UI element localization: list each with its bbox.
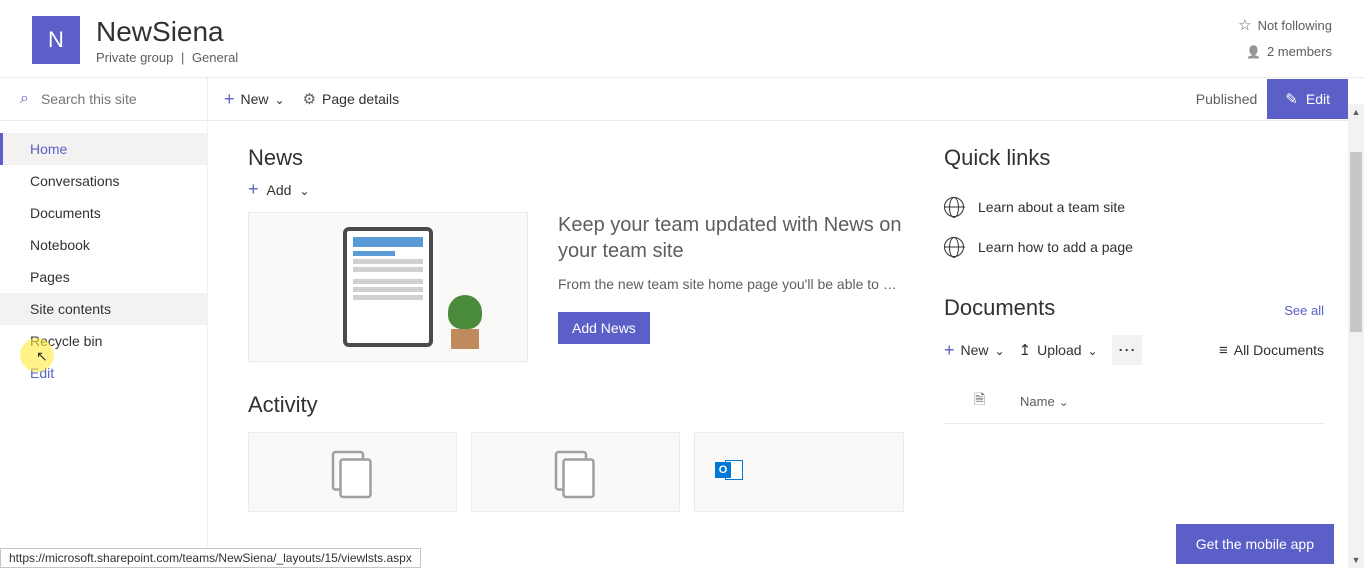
news-description: From the new team site home page you'll … <box>558 276 904 292</box>
news-illustration <box>248 212 528 362</box>
top-bar: ⌕ + New Page details Published Edit <box>0 77 1364 121</box>
header-right: Not following 2 members <box>1238 16 1332 69</box>
search-input[interactable] <box>41 91 181 107</box>
globe-icon <box>944 237 964 257</box>
body: Home Conversations Documents Notebook Pa… <box>0 121 1364 565</box>
list-icon <box>1219 342 1228 359</box>
quicklink-label: Learn how to add a page <box>978 239 1133 255</box>
nav-documents[interactable]: Documents <box>0 197 207 229</box>
documents-upload-menu[interactable]: Upload <box>1019 341 1098 359</box>
chevron-down-icon <box>275 91 285 107</box>
site-title[interactable]: NewSiena <box>96 16 238 48</box>
documents-toolbar: + New Upload All Documents <box>944 335 1324 365</box>
news-headline: Keep your team updated with News on your… <box>558 212 904 264</box>
scroll-up-arrow[interactable]: ▲ <box>1348 104 1364 120</box>
separator: | <box>177 50 188 65</box>
members-label: 2 members <box>1267 44 1332 59</box>
channel-name[interactable]: General <box>192 50 238 65</box>
quicklink-item[interactable]: Learn how to add a page <box>944 227 1324 267</box>
edit-label: Edit <box>1306 91 1330 107</box>
documents-new-menu[interactable]: + New <box>944 340 1005 361</box>
news-add-menu[interactable]: + Add <box>248 179 904 200</box>
chevron-down-icon <box>995 342 1005 358</box>
search-icon: ⌕ <box>20 90 29 108</box>
scroll-down-arrow[interactable]: ▼ <box>1348 552 1364 568</box>
nav-notebook[interactable]: Notebook <box>0 229 207 261</box>
quicklinks-list: Learn about a team site Learn how to add… <box>944 187 1324 267</box>
quicklink-label: Learn about a team site <box>978 199 1125 215</box>
news-text: Keep your team updated with News on your… <box>558 212 904 344</box>
documents-header: Documents See all <box>944 295 1324 321</box>
activity-cards: O <box>248 432 904 512</box>
left-nav: Home Conversations Documents Notebook Pa… <box>0 121 208 565</box>
documents-view-menu[interactable]: All Documents <box>1219 342 1324 359</box>
upload-icon <box>1019 341 1032 359</box>
quicklinks-title: Quick links <box>944 145 1324 171</box>
group-type: Private group <box>96 50 173 65</box>
edit-page-button[interactable]: Edit <box>1267 79 1348 119</box>
activity-card[interactable] <box>248 432 457 512</box>
nav-conversations[interactable]: Conversations <box>0 165 207 197</box>
page-details-button[interactable]: Page details <box>303 90 400 108</box>
new-menu[interactable]: + New <box>224 89 285 110</box>
person-icon <box>1246 44 1261 59</box>
get-mobile-app-button[interactable]: Get the mobile app <box>1176 524 1334 564</box>
search-box[interactable]: ⌕ <box>0 78 208 120</box>
plus-icon: + <box>224 89 235 110</box>
documents-new-label: New <box>961 342 989 358</box>
scroll-thumb[interactable] <box>1350 152 1362 332</box>
documents-all-label: All Documents <box>1234 342 1324 358</box>
activity-section-title: Activity <box>248 392 904 418</box>
news-empty-state: Keep your team updated with News on your… <box>248 212 904 362</box>
cursor-icon: ↖ <box>36 348 48 365</box>
follow-label: Not following <box>1258 18 1332 33</box>
activity-card[interactable]: O <box>694 432 904 512</box>
follow-toggle[interactable]: Not following <box>1238 16 1332 34</box>
nav-edit[interactable]: Edit <box>0 357 207 389</box>
pencil-icon <box>1285 90 1298 108</box>
outlook-icon: O <box>715 460 743 484</box>
documents-see-all[interactable]: See all <box>1284 303 1324 318</box>
chevron-down-icon <box>1088 342 1098 358</box>
star-icon <box>1238 16 1251 34</box>
new-label: New <box>241 91 269 107</box>
file-type-column-icon[interactable] <box>974 389 990 413</box>
nav-recycle-bin[interactable]: Recycle bin <box>0 325 207 357</box>
vertical-scrollbar[interactable]: ▲ ▼ <box>1348 104 1364 568</box>
documents-overflow-menu[interactable] <box>1112 335 1142 365</box>
quicklink-item[interactable]: Learn about a team site <box>944 187 1324 227</box>
nav-home[interactable]: Home <box>0 133 207 165</box>
news-section-title: News <box>248 145 904 171</box>
page-details-label: Page details <box>322 91 399 107</box>
browser-status-bar: https://microsoft.sharepoint.com/teams/N… <box>0 548 421 568</box>
chevron-down-icon <box>299 182 309 198</box>
chevron-down-icon <box>1059 394 1069 409</box>
plus-icon: + <box>248 179 259 200</box>
activity-card[interactable] <box>471 432 680 512</box>
page-content: News + Add <box>208 121 1364 565</box>
site-info: NewSiena Private group | General <box>96 16 238 65</box>
site-subtitle: Private group | General <box>96 50 238 65</box>
name-column-header[interactable]: Name <box>1020 394 1055 409</box>
nav-pages[interactable]: Pages <box>0 261 207 293</box>
globe-icon <box>944 197 964 217</box>
command-bar: + New Page details Published Edit <box>208 79 1364 119</box>
gear-icon <box>303 90 316 108</box>
add-news-button[interactable]: Add News <box>558 312 650 344</box>
side-column: Quick links Learn about a team site Lear… <box>944 145 1324 541</box>
main-column: News + Add <box>248 145 904 541</box>
documents-column-headers: Name <box>944 379 1324 424</box>
documents-title: Documents <box>944 295 1055 321</box>
site-header: N NewSiena Private group | General Not f… <box>0 0 1364 77</box>
site-logo[interactable]: N <box>32 16 80 64</box>
published-status: Published <box>1196 91 1258 107</box>
ellipsis-icon <box>1118 340 1136 361</box>
documents-upload-label: Upload <box>1037 342 1081 358</box>
members-link[interactable]: 2 members <box>1238 44 1332 59</box>
news-add-label: Add <box>267 182 292 198</box>
nav-site-contents[interactable]: Site contents <box>0 293 207 325</box>
plus-icon: + <box>944 340 955 361</box>
